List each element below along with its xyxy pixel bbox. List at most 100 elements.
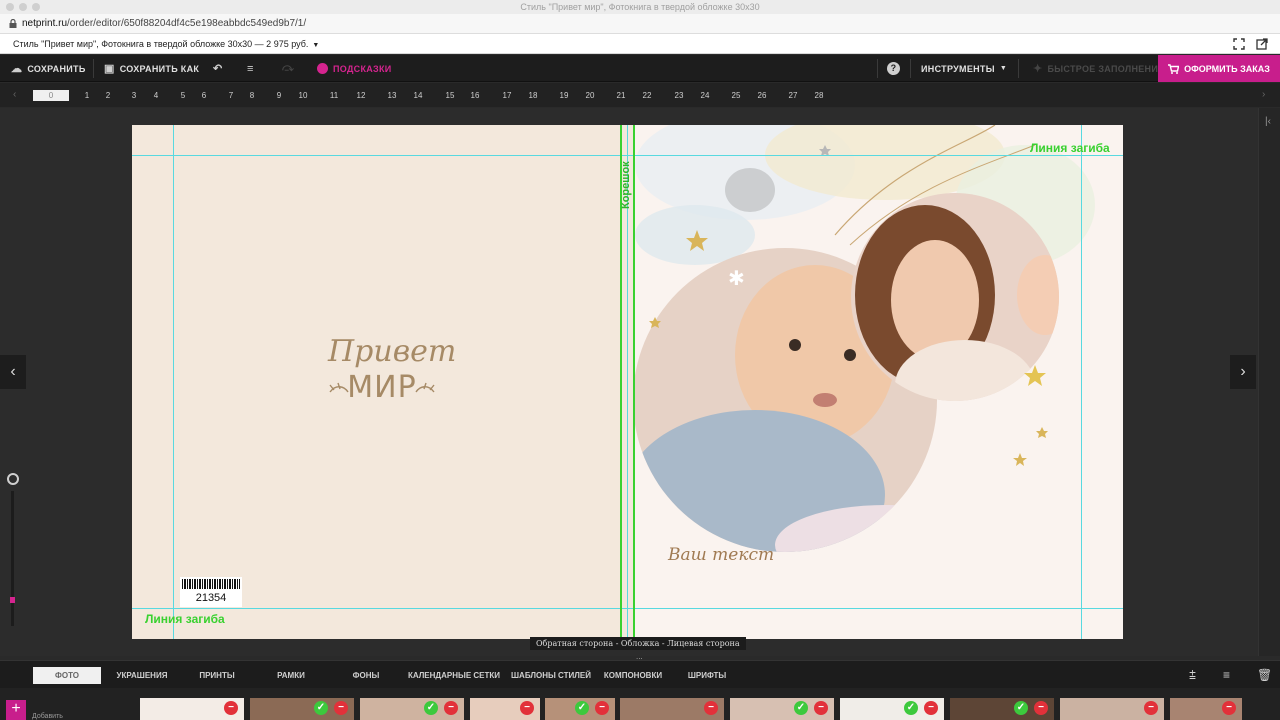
fullscreen-icon[interactable]: [1233, 38, 1245, 50]
page-thumb-15[interactable]: 15: [441, 90, 459, 101]
photo-thumbnail[interactable]: −: [470, 698, 540, 720]
photo-thumbnail[interactable]: −: [1060, 698, 1164, 720]
svg-text:✱: ✱: [728, 266, 745, 290]
help-button[interactable]: ?: [887, 55, 900, 82]
page-thumb-4[interactable]: 4: [147, 90, 165, 101]
page-thumb-8[interactable]: 8: [243, 90, 261, 101]
tab-7[interactable]: КОМПОНОВКИ: [598, 667, 668, 684]
save-label: СОХРАНИТЬ: [27, 63, 86, 74]
tab-1[interactable]: УКРАШЕНИЯ: [110, 667, 174, 684]
save-button[interactable]: ☁ СОХРАНИТЬ: [11, 55, 86, 82]
remove-icon[interactable]: −: [1144, 701, 1158, 715]
plus-icon: +: [11, 700, 21, 717]
tab-4[interactable]: ФОНЫ: [333, 667, 399, 684]
page-thumb-12[interactable]: 12: [352, 90, 370, 101]
order-button[interactable]: ОФОРМИТЬ ЗАКАЗ: [1158, 55, 1280, 82]
page-thumb-3[interactable]: 3: [125, 90, 143, 101]
product-title: Стиль "Привет мир", Фотокнига в твердой …: [13, 39, 309, 49]
photo-thumbnail[interactable]: −: [620, 698, 724, 720]
chevron-left-icon[interactable]: ‹: [13, 89, 16, 100]
page-thumb-10[interactable]: 10: [294, 90, 312, 101]
filter-icon[interactable]: ⩲: [1189, 668, 1196, 683]
address-bar[interactable]: netprint.ru/order/editor/650f88204df4c5e…: [0, 14, 1280, 34]
page-thumb-27[interactable]: 27: [784, 90, 802, 101]
tools-menu[interactable]: ИНСТРУМЕНТЫ ▼: [921, 55, 1007, 82]
page-thumb-9[interactable]: 9: [270, 90, 288, 101]
chevron-right-icon: ›: [1240, 363, 1246, 380]
autofill-icon: ✦: [1033, 63, 1043, 75]
page-thumb-17[interactable]: 17: [498, 90, 516, 101]
page-thumb-21[interactable]: 21: [612, 90, 630, 101]
photo-thumbnail[interactable]: − ✓: [730, 698, 834, 720]
page-thumb-26[interactable]: 26: [753, 90, 771, 101]
page-thumb-16[interactable]: 16: [466, 90, 484, 101]
prev-page-button[interactable]: ‹: [0, 355, 26, 389]
zoom-in-icon[interactable]: [7, 473, 19, 485]
editor-app: Стиль "Привет мир", Фотокнига в твердой …: [0, 0, 1280, 720]
product-selector[interactable]: Стиль "Привет мир", Фотокнига в твердой …: [13, 39, 319, 49]
page-thumb-24[interactable]: 24: [696, 90, 714, 101]
chevron-right-icon[interactable]: ›: [1262, 89, 1265, 100]
photo-thumbnail[interactable]: − ✓: [360, 698, 464, 720]
collapse-panel-icon[interactable]: |‹: [1265, 116, 1271, 127]
photo-thumbnail[interactable]: −: [1170, 698, 1242, 720]
remove-icon[interactable]: −: [224, 701, 238, 715]
tab-6[interactable]: ШАБЛОНЫ СТИЛЕЙ: [508, 667, 594, 684]
remove-icon[interactable]: −: [924, 701, 938, 715]
page-thumb-18[interactable]: 18: [524, 90, 542, 101]
hints-button[interactable]: ПОДСКАЗКИ: [317, 55, 392, 82]
page-thumb-23[interactable]: 23: [670, 90, 688, 101]
hello-world-logo[interactable]: Привет МИР: [326, 334, 456, 408]
tab-0[interactable]: ФОТО: [33, 667, 101, 684]
zoom-slider-thumb[interactable]: [10, 597, 15, 603]
tab-8[interactable]: ШРИФТЫ: [674, 667, 740, 684]
page-thumb-28[interactable]: 28: [810, 90, 828, 101]
page-thumb-7[interactable]: 7: [222, 90, 240, 101]
remove-icon[interactable]: −: [1034, 701, 1048, 715]
remove-icon[interactable]: −: [444, 701, 458, 715]
photo-thumbnail[interactable]: − ✓: [950, 698, 1054, 720]
remove-icon[interactable]: −: [1222, 701, 1236, 715]
remove-icon[interactable]: −: [520, 701, 534, 715]
question-icon: ?: [887, 62, 900, 75]
remove-icon[interactable]: −: [595, 701, 609, 715]
url-path: /order/editor/650f88204df4c5e198eabbdc54…: [67, 18, 307, 29]
page-thumb-1[interactable]: 1: [78, 90, 96, 101]
page-thumb-cover[interactable]: 0: [33, 90, 69, 101]
photo-thumbnail[interactable]: − ✓: [840, 698, 944, 720]
autofill-button[interactable]: ✦ БЫСТРОЕ ЗАПОЛНЕНИЕ: [1033, 55, 1164, 82]
align-button[interactable]: ≡: [247, 55, 254, 82]
hints-label: ПОДСКАЗКИ: [333, 63, 392, 74]
remove-icon[interactable]: −: [814, 701, 828, 715]
photo-thumbnail[interactable]: −: [140, 698, 244, 720]
page-thumb-5[interactable]: 5: [174, 90, 192, 101]
page-thumb-14[interactable]: 14: [409, 90, 427, 101]
remove-icon[interactable]: −: [334, 701, 348, 715]
tab-2[interactable]: ПРИНТЫ: [186, 667, 248, 684]
open-external-icon[interactable]: [1256, 38, 1268, 50]
page-thumb-19[interactable]: 19: [555, 90, 573, 101]
add-photos-button[interactable]: +: [6, 700, 26, 720]
tab-3[interactable]: РАМКИ: [260, 667, 322, 684]
page-thumb-6[interactable]: 6: [195, 90, 213, 101]
photo-thumbnail[interactable]: − ✓: [545, 698, 615, 720]
text-placeholder[interactable]: Ваш текст: [668, 545, 774, 565]
page-thumb-11[interactable]: 11: [325, 90, 343, 101]
next-page-button[interactable]: ›: [1230, 355, 1256, 389]
tab-5[interactable]: КАЛЕНДАРНЫЕ СЕТКИ: [405, 667, 503, 684]
trash-icon[interactable]: 🗑: [1257, 668, 1272, 682]
page-thumb-2[interactable]: 2: [99, 90, 117, 101]
undo-button[interactable]: ↶: [213, 55, 223, 82]
page-thumb-25[interactable]: 25: [727, 90, 745, 101]
photo-thumbnail[interactable]: − ✓: [250, 698, 354, 720]
sort-icon[interactable]: ≡: [1223, 668, 1230, 682]
remove-icon[interactable]: −: [704, 701, 718, 715]
url-text[interactable]: netprint.ru/order/editor/650f88204df4c5e…: [22, 18, 306, 29]
page-thumb-13[interactable]: 13: [383, 90, 401, 101]
save-as-button[interactable]: ▣ СОХРАНИТЬ КАК: [104, 55, 199, 82]
page-thumb-22[interactable]: 22: [638, 90, 656, 101]
zoom-control: [0, 465, 26, 640]
zoom-slider[interactable]: [11, 491, 14, 626]
redo-button[interactable]: ⤼: [282, 55, 294, 82]
page-thumb-20[interactable]: 20: [581, 90, 599, 101]
